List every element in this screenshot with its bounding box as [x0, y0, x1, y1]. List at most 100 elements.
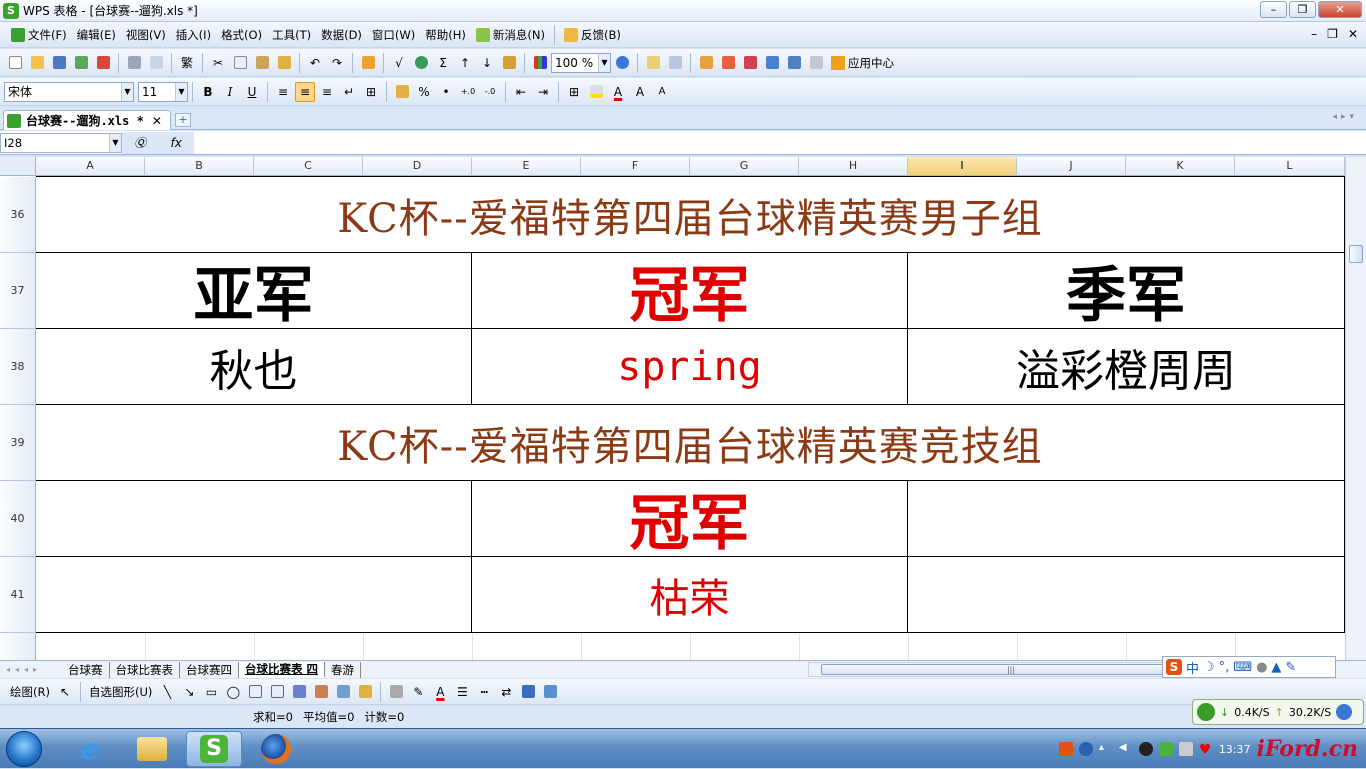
zoom-formula-icon[interactable]: Ⓠ	[134, 134, 146, 151]
save-button[interactable]	[49, 53, 69, 73]
restore-button[interactable]: ❐	[1289, 1, 1316, 18]
sheet-tab-5[interactable]: 春游	[325, 661, 362, 678]
redo-button[interactable]: ↷	[327, 53, 347, 73]
cell-a37-runner-up[interactable]: 亚军	[36, 253, 472, 331]
tool-button-5[interactable]	[740, 53, 760, 73]
taskbar-ie[interactable]: e	[62, 731, 118, 767]
format-painter-button[interactable]	[274, 53, 294, 73]
heart-icon[interactable]: ♥	[1199, 742, 1213, 758]
cell-i37-third-place[interactable]: 季军	[908, 253, 1345, 331]
merge-center-button[interactable]: ⊞	[361, 82, 381, 102]
column-header-h[interactable]: H	[799, 157, 908, 176]
column-header-b[interactable]: B	[145, 157, 254, 176]
sheet-tab-2[interactable]: 台球比赛表	[110, 661, 180, 678]
menu-tools[interactable]: 工具(T)	[267, 27, 316, 43]
column-header-c[interactable]: C	[254, 157, 363, 176]
increase-decimal-button[interactable]: +.0	[458, 82, 478, 102]
mdi-minimize-button[interactable]: –	[1311, 27, 1317, 41]
cell-i38-third-place-name[interactable]: 溢彩橙周周	[908, 329, 1345, 405]
sheet-tab-1[interactable]: 台球赛	[62, 661, 110, 678]
function-fx-button[interactable]: fx	[171, 136, 182, 150]
column-header-f[interactable]: F	[581, 157, 690, 176]
draw-font-color-button[interactable]: A	[430, 682, 450, 702]
tool-button-7[interactable]	[784, 53, 804, 73]
menu-window[interactable]: 窗口(W)	[367, 27, 420, 43]
image-file-button[interactable]	[355, 682, 375, 702]
menu-view[interactable]: 视图(V)	[121, 27, 171, 43]
select-all-corner[interactable]	[0, 157, 36, 176]
line-tool-button[interactable]: ╲	[157, 682, 177, 702]
align-left-button[interactable]: ≡	[273, 82, 293, 102]
rectangle-tool-button[interactable]: ▭	[201, 682, 221, 702]
menu-news[interactable]: 新消息(N)	[471, 27, 550, 43]
autosum-button[interactable]: Σ	[433, 53, 453, 73]
percent-button[interactable]: %	[414, 82, 434, 102]
oval-tool-button[interactable]: ◯	[223, 682, 243, 702]
taskbar-explorer[interactable]	[124, 731, 180, 767]
paste-button[interactable]	[252, 53, 272, 73]
column-header-g[interactable]: G	[690, 157, 799, 176]
column-header-a[interactable]: A	[36, 157, 145, 176]
menu-feedback[interactable]: 反馈(B)	[559, 27, 626, 43]
network-tray-icon[interactable]	[1178, 742, 1193, 756]
menu-format[interactable]: 格式(O)	[216, 27, 267, 43]
traditional-chinese-button[interactable]: 繁	[177, 53, 197, 73]
decrease-decimal-button[interactable]: -.0	[480, 82, 500, 102]
column-header-l[interactable]: L	[1235, 157, 1345, 176]
shadow-button[interactable]	[518, 682, 538, 702]
menu-edit[interactable]: 编辑(E)	[72, 27, 121, 43]
taskbar-firefox[interactable]	[248, 731, 304, 767]
tool-button-1[interactable]	[643, 53, 663, 73]
bold-button[interactable]: B	[198, 82, 218, 102]
vertical-scroll-thumb[interactable]	[1349, 245, 1363, 263]
menu-file[interactable]: 文件(F)	[6, 27, 72, 43]
help-tray-icon[interactable]	[1078, 742, 1093, 756]
cell-a36-title[interactable]: KC杯--爱福特第四届台球精英赛男子组	[36, 176, 1345, 253]
column-header-d[interactable]: D	[363, 157, 472, 176]
row-header-42[interactable]	[0, 633, 36, 660]
tool-button-6[interactable]	[762, 53, 782, 73]
borders-button[interactable]: ⊞	[564, 82, 584, 102]
row-header-36[interactable]: 36	[0, 177, 36, 253]
tool-button-3[interactable]	[696, 53, 716, 73]
security-icon[interactable]	[1158, 742, 1173, 756]
cell-a38-runner-up-name[interactable]: 秋也	[36, 329, 472, 405]
cell-e41-champion-name[interactable]: 枯荣	[472, 557, 908, 633]
cell-a40-empty[interactable]	[36, 481, 472, 557]
font-color-button[interactable]: A	[608, 82, 628, 102]
pdf-button[interactable]	[93, 53, 113, 73]
row-header-38[interactable]: 38	[0, 329, 36, 405]
cell-a39-title[interactable]: KC杯--爱福特第四届台球精英赛竞技组	[36, 405, 1345, 481]
ime-mode[interactable]: 中	[1186, 658, 1199, 677]
column-header-i[interactable]: I	[908, 157, 1017, 176]
taskbar-wps[interactable]: S	[186, 731, 242, 767]
dash-style-button[interactable]: ┅	[474, 682, 494, 702]
wrap-text-button[interactable]: ↵	[339, 82, 359, 102]
print-button[interactable]	[124, 53, 144, 73]
vertical-scrollbar[interactable]	[1345, 157, 1366, 660]
new-tab-button[interactable]: +	[175, 113, 191, 127]
row-header-41[interactable]: 41	[0, 557, 36, 633]
cell-e40-champion[interactable]: 冠军	[472, 481, 908, 559]
sheet-tab-3[interactable]: 台球赛四	[180, 661, 239, 678]
tool-button-4[interactable]	[718, 53, 738, 73]
arrow-tool-button[interactable]: ↘	[179, 682, 199, 702]
font-size-select[interactable]: 11 ▼	[138, 81, 188, 102]
increase-indent-button[interactable]: ⇥	[533, 82, 553, 102]
function-button[interactable]: √	[389, 53, 409, 73]
chart-button[interactable]	[530, 53, 550, 73]
hyperlink-button[interactable]	[411, 53, 431, 73]
decrease-font-button[interactable]: A	[652, 82, 672, 102]
sogou-tray-icon[interactable]	[1058, 742, 1073, 756]
align-center-button[interactable]: ≡	[295, 81, 315, 102]
currency-button[interactable]	[392, 82, 412, 102]
clock[interactable]: 13:37	[1219, 743, 1251, 756]
increase-font-button[interactable]: A	[630, 82, 650, 102]
mdi-close-button[interactable]: ✕	[1348, 27, 1358, 41]
comma-button[interactable]: •	[436, 82, 456, 102]
line-style-button[interactable]: ☰	[452, 682, 472, 702]
mdi-restore-button[interactable]: ❐	[1327, 27, 1338, 41]
decrease-indent-button[interactable]: ⇤	[511, 82, 531, 102]
close-tab-icon[interactable]: ✕	[152, 114, 162, 128]
ime-toolbar[interactable]: S 中 ☽ °, ⌨ ● ▲ ✎	[1162, 656, 1336, 678]
